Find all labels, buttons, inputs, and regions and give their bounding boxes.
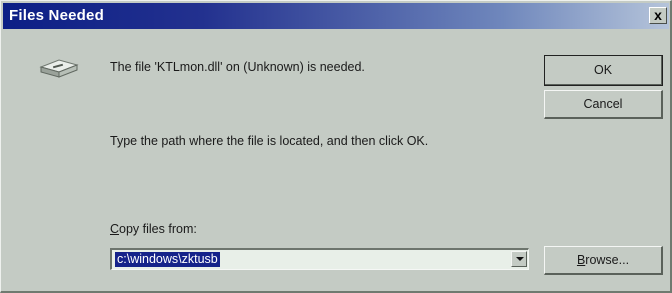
browse-button[interactable]: Browse... [544, 246, 663, 275]
copy-files-label: Copy files from: [110, 222, 197, 236]
window-title: Files Needed [9, 7, 104, 24]
browse-button-label: rowse... [585, 253, 630, 267]
floppy-drive-icon [39, 59, 79, 78]
copy-files-label-text: opy files from: [119, 222, 197, 236]
title-bar[interactable]: Files Needed x [3, 3, 669, 29]
chevron-down-icon[interactable] [511, 251, 527, 267]
cancel-button[interactable]: Cancel [544, 90, 663, 119]
files-needed-dialog: Files Needed x The file 'KTLmon.dll' on … [0, 0, 672, 293]
close-button[interactable]: x [649, 7, 667, 24]
ok-button[interactable]: OK [544, 55, 663, 86]
copy-files-path-value[interactable]: c:\windows\zktusb [115, 252, 220, 267]
copy-files-from-combobox[interactable]: c:\windows\zktusb [110, 248, 529, 270]
copy-files-label-accelerator: C [110, 222, 120, 236]
instruction-message: Type the path where the file is located,… [110, 134, 429, 148]
file-needed-message: The file 'KTLmon.dll' on (Unknown) is ne… [110, 60, 365, 74]
